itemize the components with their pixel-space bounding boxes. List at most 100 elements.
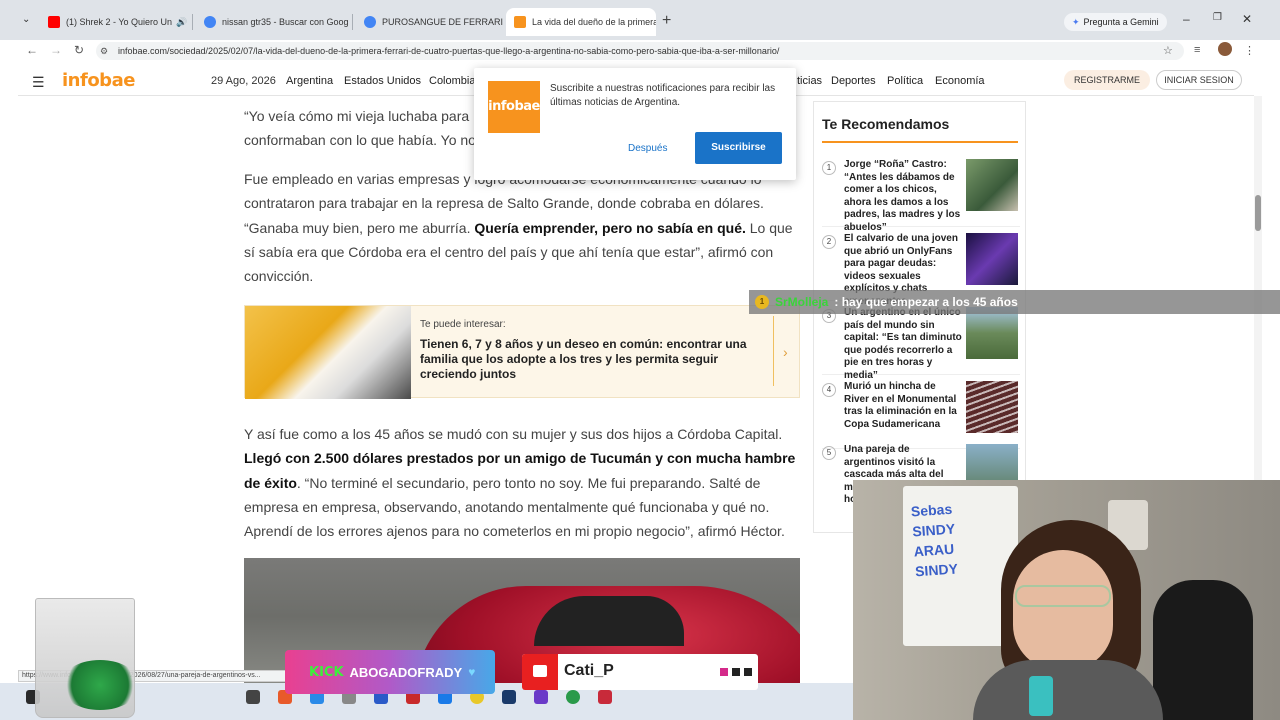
- site-info-icon[interactable]: ⚙: [100, 46, 108, 57]
- car-window: [534, 596, 684, 646]
- forward-icon[interactable]: →: [50, 43, 62, 57]
- subscribe-button[interactable]: Suscribirse: [695, 132, 782, 164]
- browser-tab-strip: ⌄ (1) Shrek 2 - Yo Quiero Un 🔊 ✕ nissan …: [0, 0, 1280, 40]
- item-number: 2: [822, 235, 836, 249]
- recommended-item[interactable]: 4 Murió un hincha de River en el Monumen…: [822, 381, 1020, 449]
- restore-icon[interactable]: ❐: [1213, 12, 1222, 23]
- recommended-item[interactable]: 3 Un argentino en el único país del mund…: [822, 307, 1020, 381]
- item-number: 4: [822, 383, 836, 397]
- nav-link-estados-unidos[interactable]: Estados Unidos: [344, 75, 421, 87]
- divider: [773, 316, 774, 386]
- heart-icon: ♥: [468, 665, 476, 679]
- tab-google-ferrari[interactable]: PUROSANGUE DE FERRARI CON ✕: [356, 8, 504, 36]
- item-thumbnail[interactable]: [966, 381, 1018, 433]
- nav-link-politica[interactable]: Política: [887, 75, 923, 87]
- nav-link-deportes[interactable]: Deportes: [831, 75, 876, 87]
- sidebar-title: Te Recomendamos: [822, 116, 950, 132]
- address-bar[interactable]: infobae.com/sociedad/2025/02/07/la-vida-…: [96, 42, 1184, 60]
- login-button[interactable]: INICIAR SESION: [1156, 70, 1242, 90]
- chat-username: SrMolleja: [775, 295, 829, 309]
- youtube-channel-banner: Cati_P: [522, 654, 758, 690]
- bookmark-star-icon[interactable]: ☆: [1163, 44, 1173, 57]
- later-button[interactable]: Después: [628, 143, 667, 154]
- reload-icon[interactable]: ↻: [74, 43, 84, 57]
- screen: ⌄ (1) Shrek 2 - Yo Quiero Un 🔊 ✕ nissan …: [0, 0, 1280, 720]
- paragraph-text: Y así fue como a los 45 años se mudó con…: [244, 426, 783, 442]
- task-view-icon[interactable]: [246, 690, 260, 704]
- scrollbar-thumb[interactable]: [1255, 195, 1261, 231]
- stream-chat-message: 1 SrMolleja : hay que empezar a los 45 a…: [749, 290, 1280, 314]
- profile-avatar[interactable]: [1218, 42, 1232, 56]
- streamer-shirt: [973, 660, 1163, 720]
- item-thumbnail[interactable]: [966, 233, 1018, 285]
- notification-message: Suscribite a nuestras notificaciones par…: [550, 83, 776, 108]
- new-tab-button[interactable]: +: [662, 12, 671, 30]
- subscriber-badge-icon: 1: [755, 295, 769, 309]
- youtube-icon: [48, 16, 60, 28]
- tab-google-search[interactable]: nissan gtr35 - Buscar con Goog ✕: [196, 8, 348, 36]
- notification-prompt: infobae Suscribite a nuestras notificaci…: [474, 68, 796, 180]
- site-logo[interactable]: infobae: [62, 70, 135, 91]
- tab-title: La vida del dueño de la primera: [532, 17, 656, 27]
- recommended-sidebar: Te Recomendamos 1 Jorge “Roña” Castro: “…: [813, 101, 1026, 533]
- kick-channel-name: ABOGADOFRADY: [349, 664, 463, 680]
- gemini-label: Pregunta a Gemini: [1083, 17, 1159, 27]
- streamer-glasses: [1015, 585, 1111, 607]
- item-title[interactable]: Murió un hincha de River en el Monumenta…: [844, 381, 962, 431]
- gemini-icon: ✦: [1072, 16, 1080, 27]
- app-icon[interactable]: [598, 690, 612, 704]
- item-title[interactable]: Jorge “Roña” Castro: “Antes les dábamos …: [844, 159, 962, 234]
- kick-logo: KICK: [309, 664, 344, 680]
- tab-divider: [352, 14, 353, 30]
- emerald-pile-graphic: [60, 660, 140, 710]
- app-icon[interactable]: [534, 690, 548, 704]
- related-article-card[interactable]: Te puede interesar: Tienen 6, 7 y 8 años…: [244, 305, 800, 399]
- decorative-square: [744, 668, 752, 676]
- play-icon: [533, 665, 547, 677]
- chrome-icon[interactable]: [566, 690, 580, 704]
- back-icon[interactable]: ←: [26, 43, 38, 57]
- related-article-kicker: Te puede interesar:: [420, 319, 506, 330]
- minimize-icon[interactable]: –: [1183, 12, 1190, 26]
- window-close-icon[interactable]: ✕: [1242, 12, 1252, 26]
- infobae-icon: [514, 16, 526, 28]
- speaker-icon[interactable]: 🔊: [176, 17, 187, 28]
- decorative-square: [720, 668, 728, 676]
- related-article-title[interactable]: Tienen 6, 7 y 8 años y un deseo en común…: [420, 337, 770, 382]
- tab-divider: [192, 14, 193, 30]
- nav-link-argentina[interactable]: Argentina: [286, 75, 333, 87]
- register-button[interactable]: REGISTRARME: [1064, 70, 1150, 90]
- tab-search-icon[interactable]: ⌄: [22, 14, 30, 25]
- infobae-logo: infobae: [488, 81, 540, 133]
- hamburger-menu-icon[interactable]: ☰: [32, 74, 45, 91]
- microphone: [1029, 676, 1053, 716]
- tab-title: (1) Shrek 2 - Yo Quiero Un: [66, 17, 173, 27]
- gemini-button[interactable]: ✦ Pregunta a Gemini: [1064, 13, 1167, 31]
- paragraph-bold-text: Quería emprender, pero no sabía en qué.: [474, 219, 746, 236]
- item-title[interactable]: Un argentino en el único país del mundo …: [844, 307, 962, 382]
- sidebar-accent-line: [822, 141, 1018, 143]
- url-text: infobae.com/sociedad/2025/02/07/la-vida-…: [118, 46, 780, 56]
- article-paragraph: Fue empleado en varias empresas y logró …: [244, 167, 800, 288]
- whiteboard-text: Sebas SINDY ARAU SINDY: [910, 500, 959, 580]
- steam-icon[interactable]: [502, 690, 516, 704]
- gaming-chair: [1153, 580, 1253, 720]
- tab-youtube[interactable]: (1) Shrek 2 - Yo Quiero Un 🔊 ✕: [40, 8, 188, 36]
- google-icon: [364, 16, 376, 28]
- recommended-item[interactable]: 1 Jorge “Roña” Castro: “Antes les dábamo…: [822, 159, 1020, 233]
- item-thumbnail[interactable]: [966, 159, 1018, 211]
- close-icon[interactable]: ✕: [187, 16, 188, 29]
- header-date: 29 Ago, 2026: [211, 75, 276, 87]
- tab-infobae-active[interactable]: La vida del dueño de la primera ✕: [506, 8, 656, 36]
- chevron-right-icon[interactable]: ›: [783, 344, 788, 360]
- streamer-webcam: Sebas SINDY ARAU SINDY: [853, 480, 1280, 720]
- tab-title: PUROSANGUE DE FERRARI CON: [382, 17, 504, 27]
- streamer-face: [1013, 550, 1113, 670]
- nav-link-noticias[interactable]: ticias: [797, 75, 822, 87]
- reading-list-icon[interactable]: ≡: [1194, 44, 1200, 56]
- paragraph-text: . “No terminé el secundario, pero tonto …: [244, 474, 785, 540]
- item-thumbnail[interactable]: [966, 307, 1018, 359]
- menu-kebab-icon[interactable]: ⋮: [1244, 44, 1255, 57]
- nav-link-colombia[interactable]: Colombia: [429, 75, 475, 87]
- nav-link-economia[interactable]: Economía: [935, 75, 985, 87]
